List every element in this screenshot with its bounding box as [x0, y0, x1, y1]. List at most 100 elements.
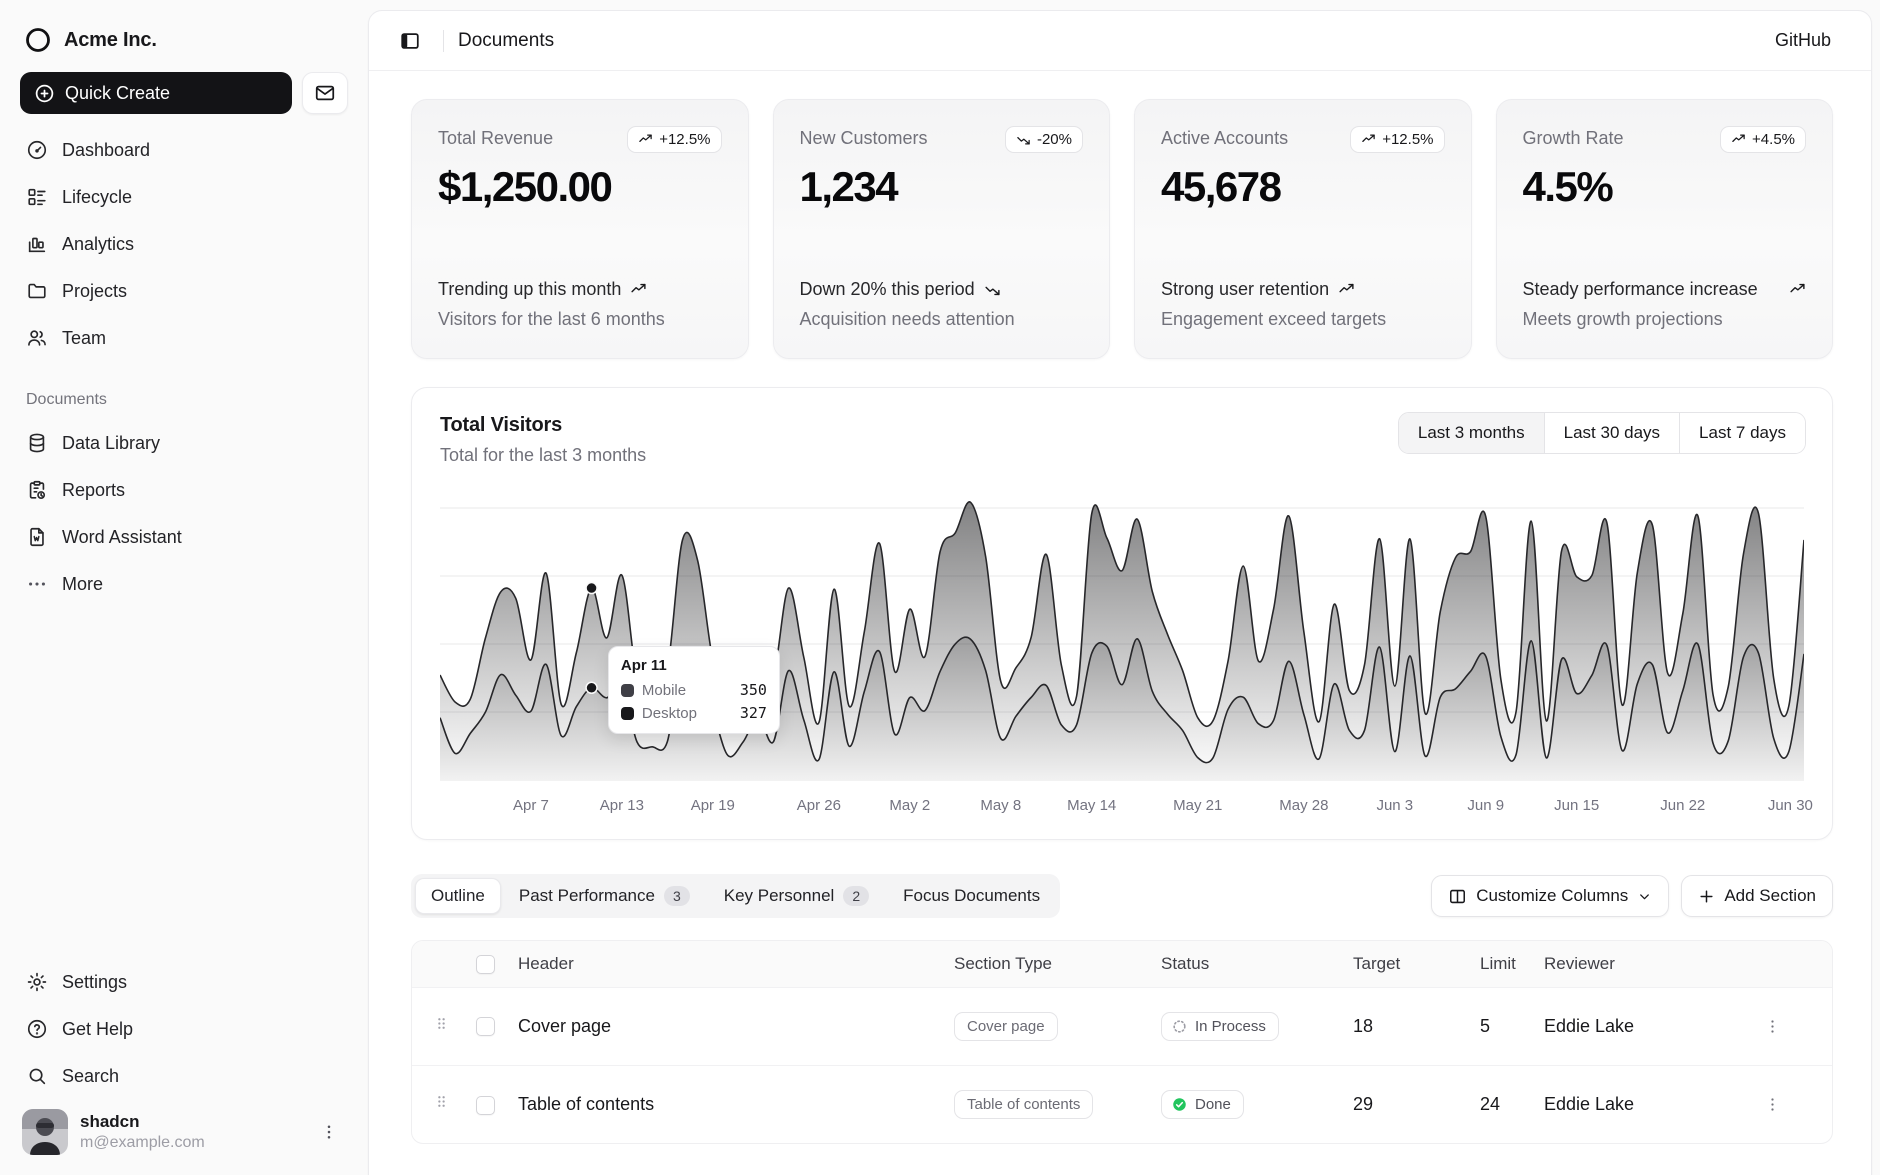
row-checkbox[interactable]	[476, 1017, 495, 1036]
stat-card-total-revenue: Total Revenue +12.5% $1,250.00 Trending …	[411, 99, 749, 359]
x-tick-label: Jun 22	[1660, 797, 1705, 814]
x-tick-label: May 2	[889, 797, 930, 814]
x-tick-label: May 8	[980, 797, 1021, 814]
sidebar-item-projects[interactable]: Projects	[16, 269, 352, 313]
sidebar-item-lifecycle[interactable]: Lifecycle	[16, 175, 352, 219]
cell-reviewer[interactable]: Eddie Lake	[1538, 1065, 1758, 1143]
sidebar-item-search[interactable]: Search	[16, 1054, 352, 1098]
sidebar-item-more[interactable]: More	[16, 562, 352, 606]
x-tick-label: Jun 9	[1467, 797, 1504, 814]
sidebar-item-settings[interactable]: Settings	[16, 960, 352, 1004]
sidebar-item-reports[interactable]: Reports	[16, 468, 352, 512]
main-panel: Documents GitHub Total Revenue +12.5% $1…	[368, 10, 1872, 1175]
chevron-down-icon	[1637, 889, 1652, 904]
trending-up-icon	[1361, 132, 1376, 147]
trending-up-icon	[1789, 281, 1806, 298]
x-tick-label: Jun 15	[1554, 797, 1599, 814]
area-chart[interactable]: Apr 11 Mobile 350 Desktop 327	[440, 496, 1804, 781]
users-icon	[26, 327, 48, 349]
sidebar: Acme Inc. Quick Create Dashboard Lifecyc…	[0, 0, 368, 1175]
stat-label: New Customers	[800, 126, 928, 149]
stat-label: Total Revenue	[438, 126, 553, 149]
row-menu-button[interactable]	[1758, 1065, 1832, 1143]
file-word-icon	[26, 526, 48, 548]
stats-grid: Total Revenue +12.5% $1,250.00 Trending …	[411, 99, 1833, 359]
x-tick-label: May 21	[1173, 797, 1222, 814]
divider	[443, 30, 444, 52]
cell-target[interactable]: 18	[1347, 987, 1474, 1065]
sidebar-item-analytics[interactable]: Analytics	[16, 222, 352, 266]
area-chart-canvas	[440, 496, 1804, 781]
cell-header[interactable]: Table of contents	[512, 1065, 948, 1143]
avatar	[22, 1109, 68, 1155]
cell-target[interactable]: 29	[1347, 1065, 1474, 1143]
sidebar-toggle-button[interactable]	[391, 22, 429, 60]
inbox-button[interactable]	[302, 72, 348, 114]
trending-up-icon	[1338, 281, 1355, 298]
user-menu-ellipsis-icon[interactable]	[314, 1119, 344, 1145]
drag-handle-icon[interactable]	[433, 1015, 450, 1032]
range-last-3-months[interactable]: Last 3 months	[1399, 413, 1544, 453]
tab-count-badge: 2	[843, 886, 869, 906]
x-tick-label: May 14	[1067, 797, 1116, 814]
sidebar-item-get-help[interactable]: Get Help	[16, 1007, 352, 1051]
table-row: Cover page Cover page In Process 18 5 Ed…	[412, 987, 1832, 1065]
cell-header[interactable]: Cover page	[512, 987, 948, 1065]
ellipsis-icon	[26, 573, 48, 595]
desktop-swatch	[621, 707, 634, 720]
add-section-button[interactable]: Add Section	[1681, 875, 1833, 917]
trend-badge: -20%	[1005, 126, 1083, 153]
trend-badge: +12.5%	[1350, 126, 1444, 153]
quick-create-button[interactable]: Quick Create	[20, 72, 292, 114]
list-details-icon	[26, 186, 48, 208]
stat-value: 1,234	[800, 163, 1084, 211]
documents-section-label: Documents	[14, 363, 354, 421]
bar-chart-icon	[26, 233, 48, 255]
date-range-toggle: Last 3 months Last 30 days Last 7 days	[1398, 412, 1806, 454]
stat-label: Growth Rate	[1523, 126, 1624, 149]
tab-key-personnel[interactable]: Key Personnel2	[708, 878, 885, 914]
col-reviewer: Reviewer	[1538, 941, 1758, 987]
table-row: Table of contents Table of contents Done…	[412, 1065, 1832, 1143]
tab-outline[interactable]: Outline	[415, 878, 501, 914]
content: Total Revenue +12.5% $1,250.00 Trending …	[369, 71, 1871, 1175]
help-circle-icon	[26, 1018, 48, 1040]
select-all-checkbox[interactable]	[476, 955, 495, 974]
row-menu-button[interactable]	[1758, 987, 1832, 1065]
search-icon	[26, 1065, 48, 1087]
trend-badge: +4.5%	[1720, 126, 1806, 153]
stat-card-new-customers: New Customers -20% 1,234 Down 20% this p…	[773, 99, 1111, 359]
x-tick-label: Jun 30	[1768, 797, 1813, 814]
tooltip-row-mobile: Mobile 350	[621, 681, 767, 699]
user-menu[interactable]: shadcn m@example.com	[14, 1101, 354, 1155]
sections-table: Header Section Type Status Target Limit …	[411, 940, 1833, 1144]
cell-reviewer[interactable]: Eddie Lake	[1538, 987, 1758, 1065]
range-last-30-days[interactable]: Last 30 days	[1544, 413, 1679, 453]
cell-limit[interactable]: 5	[1474, 987, 1538, 1065]
github-link[interactable]: GitHub	[1765, 24, 1841, 57]
trending-down-icon	[984, 281, 1001, 298]
drag-handle-icon[interactable]	[433, 1093, 450, 1110]
tab-focus-documents[interactable]: Focus Documents	[887, 878, 1056, 914]
cell-limit[interactable]: 24	[1474, 1065, 1538, 1143]
tab-past-performance[interactable]: Past Performance3	[503, 878, 706, 914]
col-section-type: Section Type	[948, 941, 1155, 987]
status-badge: Done	[1161, 1090, 1244, 1119]
footer-nav: Settings Get Help Search	[14, 960, 354, 1101]
sidebar-item-word-assistant[interactable]: Word Assistant	[16, 515, 352, 559]
sidebar-item-dashboard[interactable]: Dashboard	[16, 128, 352, 172]
range-last-7-days[interactable]: Last 7 days	[1679, 413, 1805, 453]
row-checkbox[interactable]	[476, 1096, 495, 1115]
customize-columns-button[interactable]: Customize Columns	[1431, 875, 1669, 917]
stat-value: 4.5%	[1523, 163, 1807, 211]
x-tick-label: Apr 13	[600, 797, 644, 814]
sidebar-item-data-library[interactable]: Data Library	[16, 421, 352, 465]
table-header-row: Header Section Type Status Target Limit …	[412, 941, 1832, 987]
stat-label: Active Accounts	[1161, 126, 1288, 149]
sidebar-item-team[interactable]: Team	[16, 316, 352, 360]
status-badge: In Process	[1161, 1012, 1279, 1041]
x-tick-label: Apr 19	[691, 797, 735, 814]
visitors-chart-card: Total Visitors Total for the last 3 mont…	[411, 387, 1833, 840]
x-tick-label: Apr 7	[513, 797, 549, 814]
org-switcher[interactable]: Acme Inc.	[14, 18, 354, 72]
